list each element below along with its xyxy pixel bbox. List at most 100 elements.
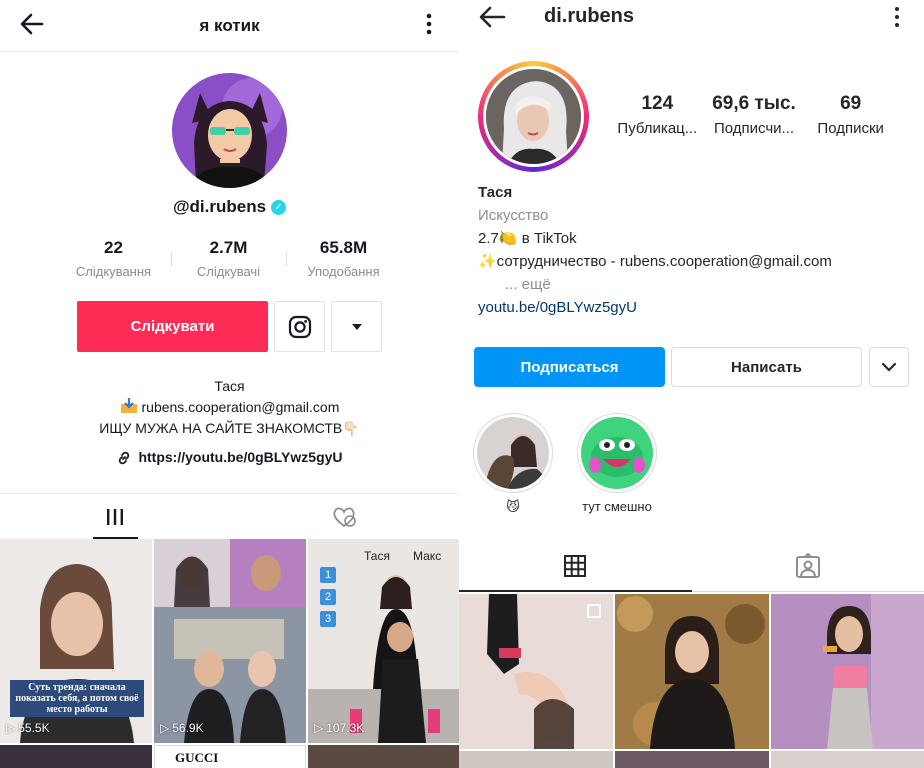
number-badge: 3	[320, 611, 336, 627]
instagram-icon	[288, 315, 311, 338]
video-thumbnail[interactable]	[0, 745, 152, 768]
highlight-ring	[577, 413, 657, 493]
content-tabs	[459, 540, 924, 592]
number-badge: 2	[320, 589, 336, 605]
post-thumbnail[interactable]	[615, 751, 769, 768]
tab-posts[interactable]	[459, 540, 692, 592]
tiktok-header: я котик	[0, 0, 459, 52]
video-thumbnail[interactable]: GUCCI	[154, 745, 306, 768]
caret-down-icon	[351, 323, 362, 330]
suggestions-dropdown-button[interactable]	[869, 347, 909, 387]
post-thumbnail[interactable]	[771, 751, 924, 768]
tab-liked[interactable]	[230, 494, 460, 539]
post-thumbnail[interactable]	[459, 751, 613, 768]
bio-name: Тася	[214, 378, 245, 394]
verified-badge-icon: ✓	[271, 199, 287, 215]
stat-following[interactable]: 69 Подписки	[802, 93, 899, 137]
instagram-header: di.rubens	[459, 0, 924, 36]
tagged-person-icon	[795, 552, 820, 578]
stat-following[interactable]: 22 Слідкування	[56, 238, 171, 279]
avatar[interactable]	[483, 66, 584, 167]
more-options-icon[interactable]	[419, 12, 439, 36]
tiktok-profile: я котик @di.rubens ✓ 22 Слідкування 2.7M…	[0, 0, 459, 768]
story-ring[interactable]	[478, 61, 589, 172]
tab-videos[interactable]	[0, 494, 230, 539]
view-count-text: 107.3K	[326, 721, 365, 735]
view-count: ▷ 56.9K	[160, 721, 204, 735]
bio: Тася rubens.cooperation@gmail.com ИЩУ МУ…	[0, 376, 459, 468]
grid-icon	[564, 554, 587, 577]
bio-link[interactable]: https://youtu.be/0gBLYwz5gyU	[0, 447, 459, 468]
bio-email-line: rubens.cooperation@gmail.com	[0, 397, 459, 418]
bio-link-text: https://youtu.be/0gBLYwz5gyU	[138, 449, 343, 465]
stat-label: Слідкувачі	[196, 264, 261, 279]
back-arrow-icon[interactable]	[18, 10, 46, 38]
highlight-image	[477, 417, 549, 489]
highlight-caption: тут смешно	[582, 499, 652, 514]
stat-label: Публикац...	[617, 120, 698, 137]
story-highlight[interactable]: 😼	[473, 413, 553, 515]
grid-lines-icon	[106, 508, 123, 525]
hidden-heart-icon	[333, 507, 357, 527]
video-caption: Суть тренда: сначала показать себя, а по…	[10, 680, 144, 717]
avatar[interactable]	[172, 73, 287, 188]
profile-stats: 22 Слідкування 2.7M Слідкувачі 65.8M Упо…	[56, 238, 401, 279]
multiple-posts-icon	[587, 604, 601, 618]
highlight-caption: 😼	[506, 499, 520, 514]
view-count: ▷ 107.3K	[314, 721, 364, 735]
number-badge: 1	[320, 567, 336, 583]
view-count-text: 56.9K	[172, 721, 204, 735]
message-button[interactable]: Написать	[671, 347, 862, 387]
bio-email: rubens.cooperation@gmail.com	[141, 399, 340, 415]
bio-text: ✨сотрудничество - rubens.cooperation@gma…	[478, 253, 832, 270]
subscribe-button[interactable]: Подписаться	[474, 347, 665, 387]
bio-category: Искусство	[478, 207, 549, 224]
stat-followers[interactable]: 2.7M Слідкувачі	[171, 238, 286, 279]
page-title: я котик	[199, 15, 260, 35]
video-thumbnail[interactable]: ▷ 56.9K	[154, 539, 306, 743]
video-thumbnail[interactable]	[308, 745, 459, 768]
play-icon: ▷	[160, 721, 170, 735]
video-thumbnail[interactable]: Суть тренда: сначала показать себя, а по…	[0, 539, 152, 743]
story-highlight[interactable]: тут смешно	[577, 413, 657, 514]
bio-more-link[interactable]: ... ещё	[478, 273, 918, 296]
stat-followers[interactable]: 69,6 тыс. Подписчи...	[706, 93, 803, 137]
bio-text: ИЩУ МУЖА НА САЙТЕ ЗНАКОМСТВ👇🏻	[99, 420, 360, 436]
instagram-link-button[interactable]	[274, 301, 325, 352]
play-icon: ▷	[314, 721, 324, 735]
name-label-b: Макс	[413, 549, 442, 563]
bio-text: 2.7🍋 в TikTok	[478, 230, 577, 247]
tab-tagged[interactable]	[692, 540, 924, 591]
stat-likes: 65.8M Уподобання	[286, 238, 401, 279]
username: @di.rubens ✓	[0, 197, 459, 217]
content-tabs	[0, 493, 459, 539]
video-thumbnail[interactable]: Тася Макс 1 2 3 ▷ 107.3K	[308, 539, 459, 743]
profile-stats: 124 Публикац... 69,6 тыс. Подписчи... 69…	[609, 93, 899, 137]
bio-url[interactable]: youtu.be/0gBLYwz5gyU	[478, 296, 918, 319]
more-dropdown-button[interactable]	[331, 301, 382, 352]
stat-posts[interactable]: 124 Публикац...	[609, 93, 706, 137]
more-options-icon[interactable]	[892, 6, 902, 28]
instagram-profile: di.rubens 124 Публикац... 69,6 тыс. Подп…	[459, 0, 924, 768]
follow-button[interactable]: Слідкувати	[77, 301, 268, 352]
back-arrow-icon[interactable]	[477, 4, 507, 30]
username-text: @di.rubens	[172, 197, 267, 216]
stat-value: 2.7M	[209, 238, 248, 257]
link-icon	[119, 451, 130, 464]
play-icon: ▷	[6, 721, 16, 735]
bio-name: Тася	[478, 184, 513, 201]
post-thumbnail[interactable]	[771, 594, 924, 749]
video-grid: Суть тренда: сначала показать себя, а по…	[0, 539, 459, 768]
highlight-ring	[473, 413, 553, 493]
inbox-tray-icon	[120, 398, 137, 413]
brand-text: GUCCI	[175, 750, 219, 765]
stat-label: Подписки	[817, 120, 884, 137]
stat-value: 69	[840, 93, 862, 114]
stat-value: 65.8M	[319, 238, 368, 257]
post-thumbnail[interactable]	[615, 594, 769, 749]
profile-handle: di.rubens	[544, 5, 635, 27]
stat-label: Уподобання	[307, 264, 380, 279]
highlight-image	[581, 417, 653, 489]
post-thumbnail[interactable]	[459, 594, 613, 749]
stat-value: 22	[104, 238, 123, 257]
